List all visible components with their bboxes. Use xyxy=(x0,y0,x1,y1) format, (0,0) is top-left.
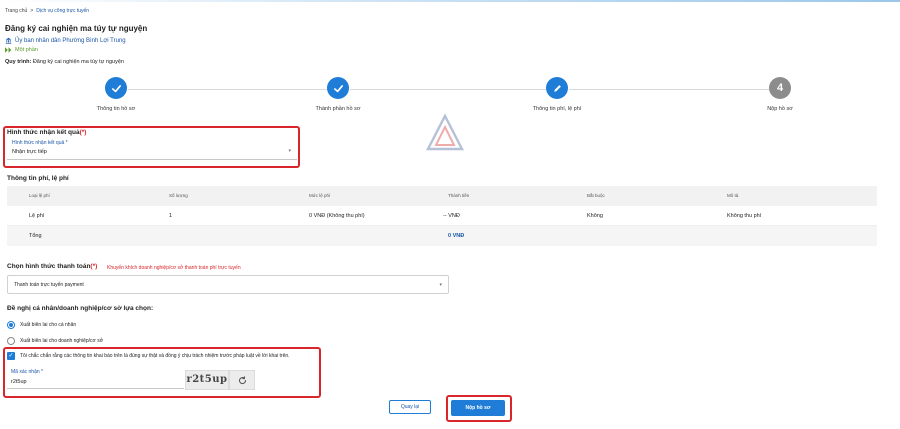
total-label: Tổng xyxy=(29,233,42,239)
result-method-label: Hình thức nhận kết quả * xyxy=(12,140,68,146)
triangle-logo-icon xyxy=(426,113,464,151)
fee-quantity: 1 xyxy=(169,213,173,219)
receipt-option-business[interactable]: Xuất biên lai cho doanh nghiệp/cơ sở xyxy=(7,337,103,345)
breadcrumb-current[interactable]: Dịch vụ công trực tuyến xyxy=(36,8,89,14)
required-mark: (*) xyxy=(90,263,98,270)
back-button[interactable]: Quay lại xyxy=(389,400,431,414)
fee-description: Không thu phí xyxy=(727,213,762,219)
payment-title: Chọn hình thức thanh toán(*) xyxy=(7,263,97,270)
step-label: Thông tin phí, lệ phí xyxy=(532,106,582,112)
payment-method-select[interactable]: Thanh toán trực tuyến payment ▾ xyxy=(7,275,449,294)
step-circle xyxy=(546,77,568,99)
fee-amount: -- VNĐ xyxy=(443,213,460,219)
page-title: Đăng ký cai nghiện ma túy tự nguyện xyxy=(5,24,148,33)
step-label: Thành phần hồ sơ xyxy=(315,106,361,112)
result-method-select[interactable]: Hình thức nhận kết quả * Nhận trực tiếp … xyxy=(7,138,297,160)
payment-title-text: Chọn hình thức thanh toán xyxy=(7,263,91,270)
total-value: 0 VNĐ xyxy=(448,233,465,239)
breadcrumb: Trang chủ > Dịch vụ công trực tuyến xyxy=(5,8,89,14)
payment-method-value: Thanh toán trực tuyến payment xyxy=(14,282,84,288)
captcha-image: r2t5up xyxy=(185,370,229,390)
receipt-title: Đề nghị cá nhân/doanh nghiệp/cơ sở lựa c… xyxy=(7,305,154,312)
confirm-text: Tôi chắc chắn rằng các thông tin khai bá… xyxy=(20,353,290,359)
check-icon xyxy=(333,84,343,92)
step-thong-tin-phi[interactable]: Thông tin phí, lệ phí xyxy=(507,77,607,112)
process-label: Quy trình: xyxy=(5,59,32,65)
service-level: Một phần xyxy=(5,47,38,53)
step-thanh-phan-ho-so[interactable]: Thành phần hồ sơ xyxy=(288,77,388,112)
receipt-option-individual[interactable]: Xuất biên lai cho cá nhân xyxy=(7,321,76,329)
column-header: Mức lệ phí xyxy=(309,193,331,198)
radio-button[interactable] xyxy=(7,337,15,345)
result-method-title-text: Hình thức nhận kết quả xyxy=(7,129,80,136)
process-value: Đăng ký cai nghiện ma túy tự nguyện xyxy=(32,59,124,65)
receipt-option-label: Xuất biên lai cho cá nhân xyxy=(20,322,77,328)
step-nop-ho-so[interactable]: 4 Nộp hồ sơ xyxy=(730,77,830,112)
table-total-row: Tổng 0 VNĐ xyxy=(7,226,877,246)
step-circle xyxy=(105,77,127,99)
agency-name: Ủy ban nhân dân Phường Bình Lợi Trung xyxy=(15,37,126,44)
result-method-value: Nhận trực tiếp xyxy=(12,149,47,155)
check-icon[interactable]: ✓ xyxy=(7,352,15,360)
column-header: Số lượng xyxy=(169,193,188,198)
step-number: 4 xyxy=(769,77,791,99)
building-icon xyxy=(5,37,12,44)
table-header-row: Loại lệ phí Số lượng Mức lệ phí Thành ti… xyxy=(7,186,877,206)
chevron-down-icon: ▾ xyxy=(288,148,291,154)
breadcrumb-separator: > xyxy=(30,8,34,14)
captcha-input[interactable]: Mã xác nhận * r2t5up xyxy=(7,367,184,389)
breadcrumb-home[interactable]: Trang chủ xyxy=(5,8,27,14)
fee-rate: 0 VNĐ (Không thu phí) xyxy=(309,213,365,219)
top-progress-line xyxy=(0,0,900,2)
column-header: Thành tiền xyxy=(448,193,470,198)
refresh-icon xyxy=(238,375,246,384)
confirm-checkbox-row[interactable]: ✓ Tôi chắc chắn rằng các thông tin khai … xyxy=(7,352,290,360)
step-circle xyxy=(327,77,349,99)
check-icon xyxy=(111,84,121,92)
step-thong-tin-ho-so[interactable]: Thông tin hồ sơ xyxy=(66,77,166,112)
step-label: Thông tin hồ sơ xyxy=(96,106,136,112)
agency: Ủy ban nhân dân Phường Bình Lợi Trung xyxy=(5,37,126,44)
fee-required: Không xyxy=(587,213,603,219)
required-mark: (*) xyxy=(79,129,87,136)
chevron-down-icon: ▾ xyxy=(439,282,442,288)
submit-button[interactable]: Nộp hồ sơ xyxy=(451,400,505,416)
result-method-title: Hình thức nhận kết quả(*) xyxy=(7,129,86,136)
radio-button[interactable] xyxy=(7,321,15,329)
column-header: Loại lệ phí xyxy=(29,193,50,198)
double-chevron-icon xyxy=(5,47,12,53)
watermark-logo xyxy=(411,113,481,173)
table-row: Lệ phí 1 0 VNĐ (Không thu phí) -- VNĐ Kh… xyxy=(7,206,877,226)
process-info: Quy trình: Đăng ký cai nghiện ma túy tự … xyxy=(5,59,124,65)
fees-title: Thông tin phí, lệ phí xyxy=(7,175,69,182)
pencil-icon xyxy=(553,84,561,92)
captcha-label: Mã xác nhận * xyxy=(11,369,43,375)
step-label: Nộp hồ sơ xyxy=(767,106,793,112)
column-header: Mô tả xyxy=(727,193,739,198)
captcha-refresh-button[interactable] xyxy=(229,370,255,390)
receipt-option-label: Xuất biên lai cho doanh nghiệp/cơ sở xyxy=(20,338,104,344)
service-level-label: Một phần xyxy=(15,47,38,53)
payment-note: Khuyến khích doanh nghiệp/cơ sở thanh to… xyxy=(107,265,241,271)
fee-type: Lệ phí xyxy=(29,213,45,219)
captcha-value: r2t5up xyxy=(11,379,27,385)
column-header: Bắt buộc xyxy=(587,193,605,198)
